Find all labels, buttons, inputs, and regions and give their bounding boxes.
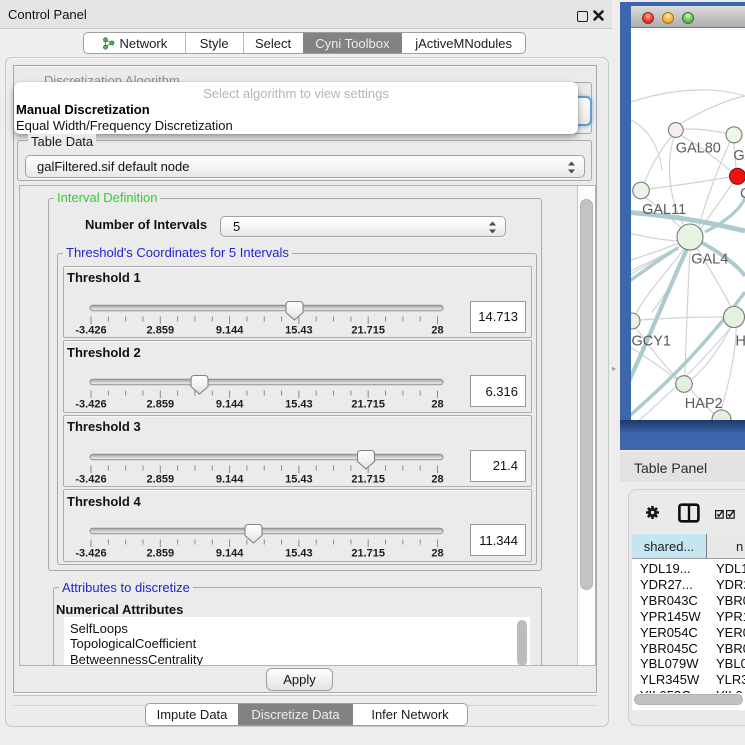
svg-text:HIS: HIS	[736, 334, 745, 350]
svg-text:2.859: 2.859	[147, 548, 175, 560]
svg-text:C: C	[740, 186, 745, 202]
svg-text:9.144: 9.144	[216, 324, 244, 336]
svg-text:21.715: 21.715	[351, 548, 385, 560]
svg-text:GAL4: GAL4	[691, 252, 728, 268]
svg-text:GAL80: GAL80	[676, 141, 721, 157]
svg-text:2.859: 2.859	[147, 473, 175, 485]
svg-text:21.715: 21.715	[351, 324, 385, 336]
svg-text:-3.426: -3.426	[75, 324, 106, 336]
svg-text:GAL: GAL	[733, 148, 745, 164]
svg-text:28: 28	[431, 548, 443, 560]
svg-text:-3.426: -3.426	[75, 473, 106, 485]
svg-text:2.859: 2.859	[147, 399, 175, 411]
svg-text:9.144: 9.144	[216, 399, 244, 411]
svg-text:2.859: 2.859	[147, 324, 175, 336]
svg-text:9.144: 9.144	[216, 548, 244, 560]
svg-text:GCY1: GCY1	[632, 334, 672, 350]
svg-text:21.715: 21.715	[351, 399, 385, 411]
svg-text:28: 28	[431, 473, 443, 485]
svg-text:21.715: 21.715	[351, 473, 385, 485]
svg-text:15.43: 15.43	[285, 399, 313, 411]
svg-text:28: 28	[431, 324, 443, 336]
svg-text:HAP2: HAP2	[685, 396, 723, 412]
svg-text:15.43: 15.43	[285, 548, 313, 560]
svg-text:GAL11: GAL11	[642, 202, 686, 218]
svg-text:-3.426: -3.426	[75, 399, 106, 411]
svg-text:15.43: 15.43	[285, 324, 313, 336]
svg-text:28: 28	[431, 399, 443, 411]
svg-text:15.43: 15.43	[285, 473, 313, 485]
svg-text:9.144: 9.144	[216, 473, 244, 485]
svg-text:-3.426: -3.426	[75, 548, 106, 560]
